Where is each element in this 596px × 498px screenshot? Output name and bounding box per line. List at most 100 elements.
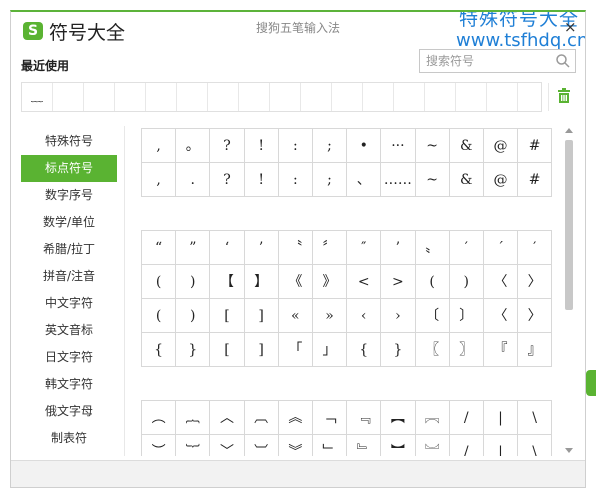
symbol-cell[interactable]: ” bbox=[176, 231, 211, 265]
sidebar-item-8[interactable]: 日文字符 bbox=[21, 344, 117, 371]
symbol-cell[interactable]: 』 bbox=[518, 333, 553, 367]
sidebar-item-1[interactable]: 标点符号 bbox=[21, 155, 117, 182]
symbol-cell[interactable]: 『 bbox=[483, 333, 519, 367]
symbol-cell[interactable]: › bbox=[381, 299, 416, 333]
symbol-cell[interactable]: ; bbox=[312, 163, 348, 197]
symbol-cell[interactable]: “ bbox=[142, 231, 177, 265]
symbol-cell[interactable]: ︿ bbox=[210, 401, 245, 435]
symbol-cell[interactable]: 〕 bbox=[449, 299, 484, 333]
sidebar-item-11[interactable]: 制表符 bbox=[21, 425, 117, 452]
symbol-cell[interactable]: [ bbox=[210, 299, 245, 333]
symbol-cell[interactable]: ] bbox=[244, 333, 279, 367]
symbol-cell[interactable]: 〝 bbox=[278, 231, 313, 265]
symbol-cell[interactable]: 【 bbox=[210, 265, 245, 299]
symbol-cell[interactable]: ︗ bbox=[415, 401, 450, 435]
symbol-cell[interactable]: > bbox=[381, 265, 416, 299]
symbol-cell[interactable]: …… bbox=[381, 163, 416, 197]
symbol-cell[interactable]: ︶ bbox=[142, 435, 177, 456]
symbol-cell[interactable]: ~ bbox=[415, 129, 450, 163]
symbol-cell[interactable]: : bbox=[278, 129, 313, 163]
symbol-cell[interactable]: ‹ bbox=[347, 299, 382, 333]
sidebar-item-10[interactable]: 俄文字母 bbox=[21, 398, 117, 425]
symbol-cell[interactable]: ) bbox=[176, 265, 211, 299]
symbol-cell[interactable]: , bbox=[142, 163, 177, 197]
close-button[interactable]: × bbox=[564, 18, 577, 36]
symbol-cell[interactable]: « bbox=[278, 299, 313, 333]
symbol-cell[interactable]: } bbox=[381, 333, 416, 367]
recent-symbol-cell[interactable] bbox=[301, 83, 332, 111]
symbol-cell[interactable]: { bbox=[142, 333, 177, 367]
symbol-cell[interactable]: @ bbox=[483, 163, 519, 197]
search-box[interactable] bbox=[419, 49, 576, 73]
symbol-cell[interactable]: ︹ bbox=[244, 401, 279, 435]
sidebar-item-5[interactable]: 拼音/注音 bbox=[21, 263, 117, 290]
symbol-cell[interactable]: ) bbox=[176, 299, 211, 333]
symbol-cell[interactable]: ~ bbox=[415, 163, 450, 197]
recent-symbol-cell[interactable] bbox=[518, 83, 549, 111]
symbol-cell[interactable]: ︺ bbox=[245, 435, 279, 456]
symbol-cell[interactable]: ··· bbox=[381, 129, 416, 163]
symbol-cell[interactable]: ) bbox=[449, 265, 484, 299]
symbol-cell[interactable]: 】 bbox=[244, 265, 279, 299]
recent-symbol-cell[interactable] bbox=[363, 83, 394, 111]
recent-symbol-cell[interactable] bbox=[239, 83, 270, 111]
recent-symbol-cell[interactable] bbox=[53, 83, 84, 111]
symbol-cell[interactable]: ‘ bbox=[210, 231, 245, 265]
symbol-cell[interactable]: ︷ bbox=[176, 401, 211, 435]
sidebar-item-9[interactable]: 韩文字符 bbox=[21, 371, 117, 398]
symbol-cell[interactable]: 〗 bbox=[449, 333, 484, 367]
symbol-cell[interactable]: ′ bbox=[518, 231, 553, 265]
recent-symbol-cell[interactable] bbox=[332, 83, 363, 111]
symbol-cell[interactable]: { bbox=[347, 333, 382, 367]
recent-symbol-cell[interactable] bbox=[115, 83, 146, 111]
symbol-cell[interactable]: 〉 bbox=[518, 299, 553, 333]
sidebar-item-0[interactable]: 特殊符号 bbox=[21, 128, 117, 155]
recent-symbol-cell[interactable] bbox=[394, 83, 425, 111]
symbol-cell[interactable]: ﹃ bbox=[347, 401, 382, 435]
symbol-cell[interactable]: } bbox=[176, 333, 211, 367]
symbol-cell[interactable]: ] bbox=[244, 299, 279, 333]
vertical-scrollbar[interactable] bbox=[562, 126, 576, 456]
symbol-cell[interactable]: # bbox=[518, 163, 553, 197]
symbol-cell[interactable]: ´ bbox=[483, 231, 519, 265]
recent-symbol-cell[interactable]: ﹏ bbox=[22, 83, 53, 111]
symbol-cell[interactable]: / bbox=[450, 435, 484, 456]
scroll-down-arrow-icon[interactable] bbox=[565, 448, 573, 453]
symbol-cell[interactable]: ︘ bbox=[416, 435, 450, 456]
symbol-cell[interactable]: \ bbox=[518, 435, 553, 456]
symbol-cell[interactable]: & bbox=[449, 163, 484, 197]
symbol-cell[interactable]: ︵ bbox=[142, 401, 177, 435]
symbol-cell[interactable]: 「 bbox=[278, 333, 313, 367]
symbol-cell[interactable]: 。 bbox=[176, 129, 211, 163]
symbol-cell[interactable]: < bbox=[347, 265, 382, 299]
symbol-cell[interactable]: \ bbox=[518, 401, 553, 435]
sidebar-item-2[interactable]: 数字序号 bbox=[21, 182, 117, 209]
symbol-cell[interactable]: ’ bbox=[244, 231, 279, 265]
symbol-cell[interactable]: ( bbox=[142, 299, 177, 333]
symbol-cell[interactable]: » bbox=[312, 299, 348, 333]
symbol-cell[interactable]: @ bbox=[483, 129, 519, 163]
sidebar-item-7[interactable]: 英文音标 bbox=[21, 317, 117, 344]
recent-symbol-cell[interactable] bbox=[177, 83, 208, 111]
symbol-cell[interactable]: 〈 bbox=[483, 265, 519, 299]
recent-symbol-cell[interactable] bbox=[208, 83, 239, 111]
symbol-cell[interactable]: ’ bbox=[381, 231, 416, 265]
symbol-cell[interactable]: | bbox=[484, 435, 519, 456]
symbol-cell[interactable]: ″ bbox=[347, 231, 382, 265]
search-input[interactable] bbox=[420, 50, 550, 72]
recent-symbol-cell[interactable] bbox=[456, 83, 487, 111]
symbol-cell[interactable]: ﹄ bbox=[347, 435, 382, 456]
recent-symbol-cell[interactable] bbox=[84, 83, 115, 111]
recent-symbol-cell[interactable] bbox=[146, 83, 177, 111]
symbol-cell[interactable]: & bbox=[449, 129, 484, 163]
symbol-cell[interactable]: ︻ bbox=[381, 401, 416, 435]
symbol-cell[interactable]: 〞 bbox=[312, 231, 348, 265]
symbol-cell[interactable]: ﹂ bbox=[313, 435, 348, 456]
symbol-cell[interactable]: 〖 bbox=[415, 333, 450, 367]
symbol-cell[interactable]: ? bbox=[210, 163, 245, 197]
sidebar-item-4[interactable]: 希腊/拉丁 bbox=[21, 236, 117, 263]
sidebar-item-3[interactable]: 数学/单位 bbox=[21, 209, 117, 236]
symbol-cell[interactable]: 〟 bbox=[415, 231, 450, 265]
search-icon[interactable] bbox=[555, 53, 571, 69]
symbol-cell[interactable]: ; bbox=[312, 129, 348, 163]
